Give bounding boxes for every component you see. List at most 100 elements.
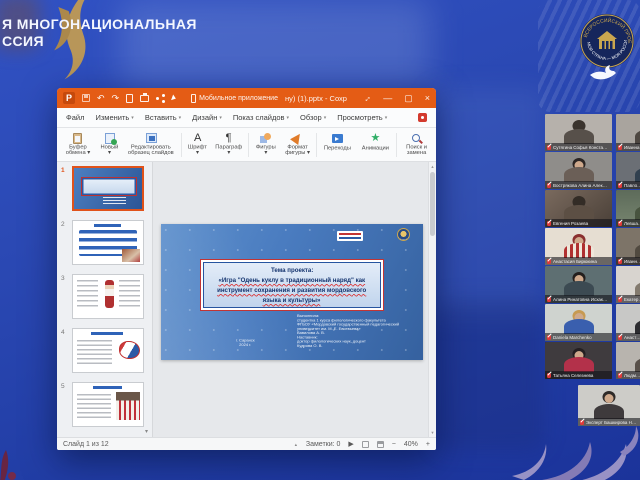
participant-name: Татьяна Селезнева xyxy=(553,372,593,377)
mic-muted-icon xyxy=(547,145,551,150)
slide-canvas[interactable]: Тема проекта: «Игра "Одень куклу в тради… xyxy=(154,162,436,437)
tab-edit[interactable]: Изменить▾ xyxy=(95,113,133,122)
clipboard-icon xyxy=(73,133,82,144)
maximize-button[interactable]: ▢ xyxy=(404,93,413,104)
participant-tile[interactable]: Алина Ринатовна Исхак… xyxy=(545,266,612,303)
font-button[interactable]: A Шрифт ▾ xyxy=(184,130,212,160)
tab-design[interactable]: Дизайн▾ xyxy=(192,113,222,122)
format-shape-button[interactable]: Формат фигуры ▾ xyxy=(280,130,314,160)
mic-muted-icon xyxy=(618,335,622,340)
paragraph-button[interactable]: ¶ Параграф ▾ xyxy=(212,130,246,160)
paragraph-icon: ¶ xyxy=(226,132,232,144)
slide-title-line1: «Игра "Одень куклу в традиционный наряд"… xyxy=(219,277,366,284)
tab-file[interactable]: Файл xyxy=(66,113,84,122)
mobile-app-label: Мобильное приложение xyxy=(199,95,278,102)
slide-thumbnail-3[interactable]: 3 xyxy=(57,274,153,321)
slide-thumbnail-4[interactable]: 4 xyxy=(57,328,153,375)
transitions-button[interactable]: Переходы xyxy=(319,130,357,160)
slide-title-box[interactable]: Тема проекта: «Игра "Одень куклу в тради… xyxy=(200,259,383,311)
slide-thumbnail-1[interactable]: 1 xyxy=(57,166,153,213)
new-document-icon[interactable] xyxy=(126,94,133,103)
slide-thumbnail-2[interactable]: 2 xyxy=(57,220,153,267)
maroon-ornament xyxy=(0,448,20,480)
participant-tile[interactable]: Левша… xyxy=(616,190,640,227)
sorter-view-button[interactable] xyxy=(377,441,384,448)
edit-slide-master-button[interactable]: Редактировать образец слайдов xyxy=(123,130,178,160)
participant-name: Левша… xyxy=(624,220,640,225)
share-icon[interactable] xyxy=(156,94,165,103)
expert-participant-tile[interactable]: Эксперт Башкирова Н… xyxy=(578,385,640,426)
current-slide[interactable]: Тема проекта: «Игра "Одень куклу в тради… xyxy=(161,224,423,360)
participant-face xyxy=(574,351,583,360)
tab-review[interactable]: Обзор▾ xyxy=(300,113,326,122)
slide-number: 5 xyxy=(61,383,65,390)
participant-tile[interactable]: Вострякова Алина Алек… xyxy=(545,152,612,189)
animations-button[interactable]: ★ Анимации xyxy=(357,130,395,160)
slide-5-preview xyxy=(73,383,143,426)
tab-slideshow[interactable]: Показ слайдов▾ xyxy=(233,113,289,122)
participant-tile[interactable]: Daniela Marchenko xyxy=(545,304,612,341)
slide-1-preview xyxy=(74,168,142,209)
slide-thumbnail-5[interactable]: 5 xyxy=(57,382,153,429)
presentation-app-window: P ↶ ↷ Мобильное приложение ну) (1).pptx … xyxy=(57,88,436,450)
chevron-down-icon: ▾ xyxy=(219,115,222,121)
participant-tile-active-speaker[interactable]: Анастасия Бирюкина xyxy=(545,228,612,265)
save-icon[interactable] xyxy=(82,94,90,102)
participant-tile[interactable]: Сутягина Софья Конста… xyxy=(545,114,612,151)
panel-collapse-icon[interactable]: ▾ xyxy=(145,428,148,435)
mic-muted-icon xyxy=(547,221,551,226)
undo-icon[interactable]: ↶ xyxy=(97,94,105,103)
font-icon: A xyxy=(194,132,201,144)
tab-view[interactable]: Просмотреть▾ xyxy=(337,113,387,122)
edit-master-icon xyxy=(146,133,157,143)
slide-heading: Тема проекта: xyxy=(271,267,313,274)
shapes-button[interactable]: Фигуры ▾ xyxy=(251,130,281,160)
print-icon[interactable] xyxy=(140,95,149,102)
clipboard-button[interactable]: Буфер обмена ▾ xyxy=(60,130,96,160)
zoom-level[interactable]: 40% xyxy=(404,441,418,448)
mobile-app-badge[interactable]: Мобильное приложение xyxy=(191,94,278,103)
participant-tile[interactable]: Анаст… xyxy=(616,304,640,341)
tab-insert[interactable]: Вставить▾ xyxy=(145,113,181,122)
participant-tile[interactable]: Павло… xyxy=(616,152,640,189)
quick-access-toolbar: ↶ ↷ xyxy=(82,94,176,103)
normal-view-button[interactable] xyxy=(362,441,369,448)
close-button[interactable]: × xyxy=(425,93,430,103)
mic-muted-icon xyxy=(547,373,551,378)
fullscreen-icon[interactable]: ↔ xyxy=(360,91,373,104)
play-slideshow-button[interactable]: ▶ xyxy=(348,440,353,448)
promo-icon[interactable] xyxy=(418,113,427,122)
new-slide-button[interactable]: Новый ▾ xyxy=(96,130,124,160)
participant-tile[interactable]: Татьяна Селезнева xyxy=(545,342,612,379)
participant-tile[interactable]: Екатер… xyxy=(616,266,640,303)
chevron-down-icon: ▾ xyxy=(385,115,388,121)
participant-name: Сутягина Софья Конста… xyxy=(553,144,608,149)
participant-face xyxy=(574,161,583,170)
redo-icon[interactable]: ↷ xyxy=(112,94,120,103)
slide-flag-badge xyxy=(337,231,363,241)
slide-number: 2 xyxy=(61,221,65,228)
participant-tile[interactable]: Иванн… xyxy=(616,228,640,265)
find-replace-button[interactable]: Поиск и замена xyxy=(399,130,433,160)
slide-title-line2: инструмент сохранения и развития мордовс… xyxy=(217,287,366,294)
banner-line2: ССИЯ xyxy=(2,33,197,50)
zoom-in-button[interactable]: + xyxy=(426,441,430,448)
participant-name: Екатер… xyxy=(624,296,640,301)
scroll-down-icon[interactable]: ▼ xyxy=(431,430,435,435)
participant-tile[interactable]: Людм… xyxy=(616,342,640,379)
participant-tile[interactable]: Иванна О… xyxy=(616,114,640,151)
participant-name: Павло… xyxy=(624,182,640,187)
mic-muted-icon xyxy=(618,221,622,226)
participant-name-bar: Daniela Marchenko xyxy=(545,333,612,341)
notes-count[interactable]: Заметки: 0 xyxy=(306,441,341,448)
project-logo: ВСЕРОССИЙСКИЙ ПРОЕКТ МОЯ СТРАНА — МОЯ РО… xyxy=(579,13,635,69)
zoom-out-button[interactable]: − xyxy=(392,441,396,448)
scroll-up-icon[interactable]: ▲ xyxy=(431,164,435,169)
cursor-icon[interactable] xyxy=(171,94,177,101)
slide-number: 3 xyxy=(61,275,65,282)
participant-tile[interactable]: Евгения Розаева xyxy=(545,190,612,227)
participant-name: Эксперт Башкирова Н… xyxy=(586,419,636,424)
scrollbar-thumb[interactable] xyxy=(430,172,435,236)
minimize-button[interactable]: — xyxy=(383,93,392,103)
ribbon-separator xyxy=(248,133,249,157)
